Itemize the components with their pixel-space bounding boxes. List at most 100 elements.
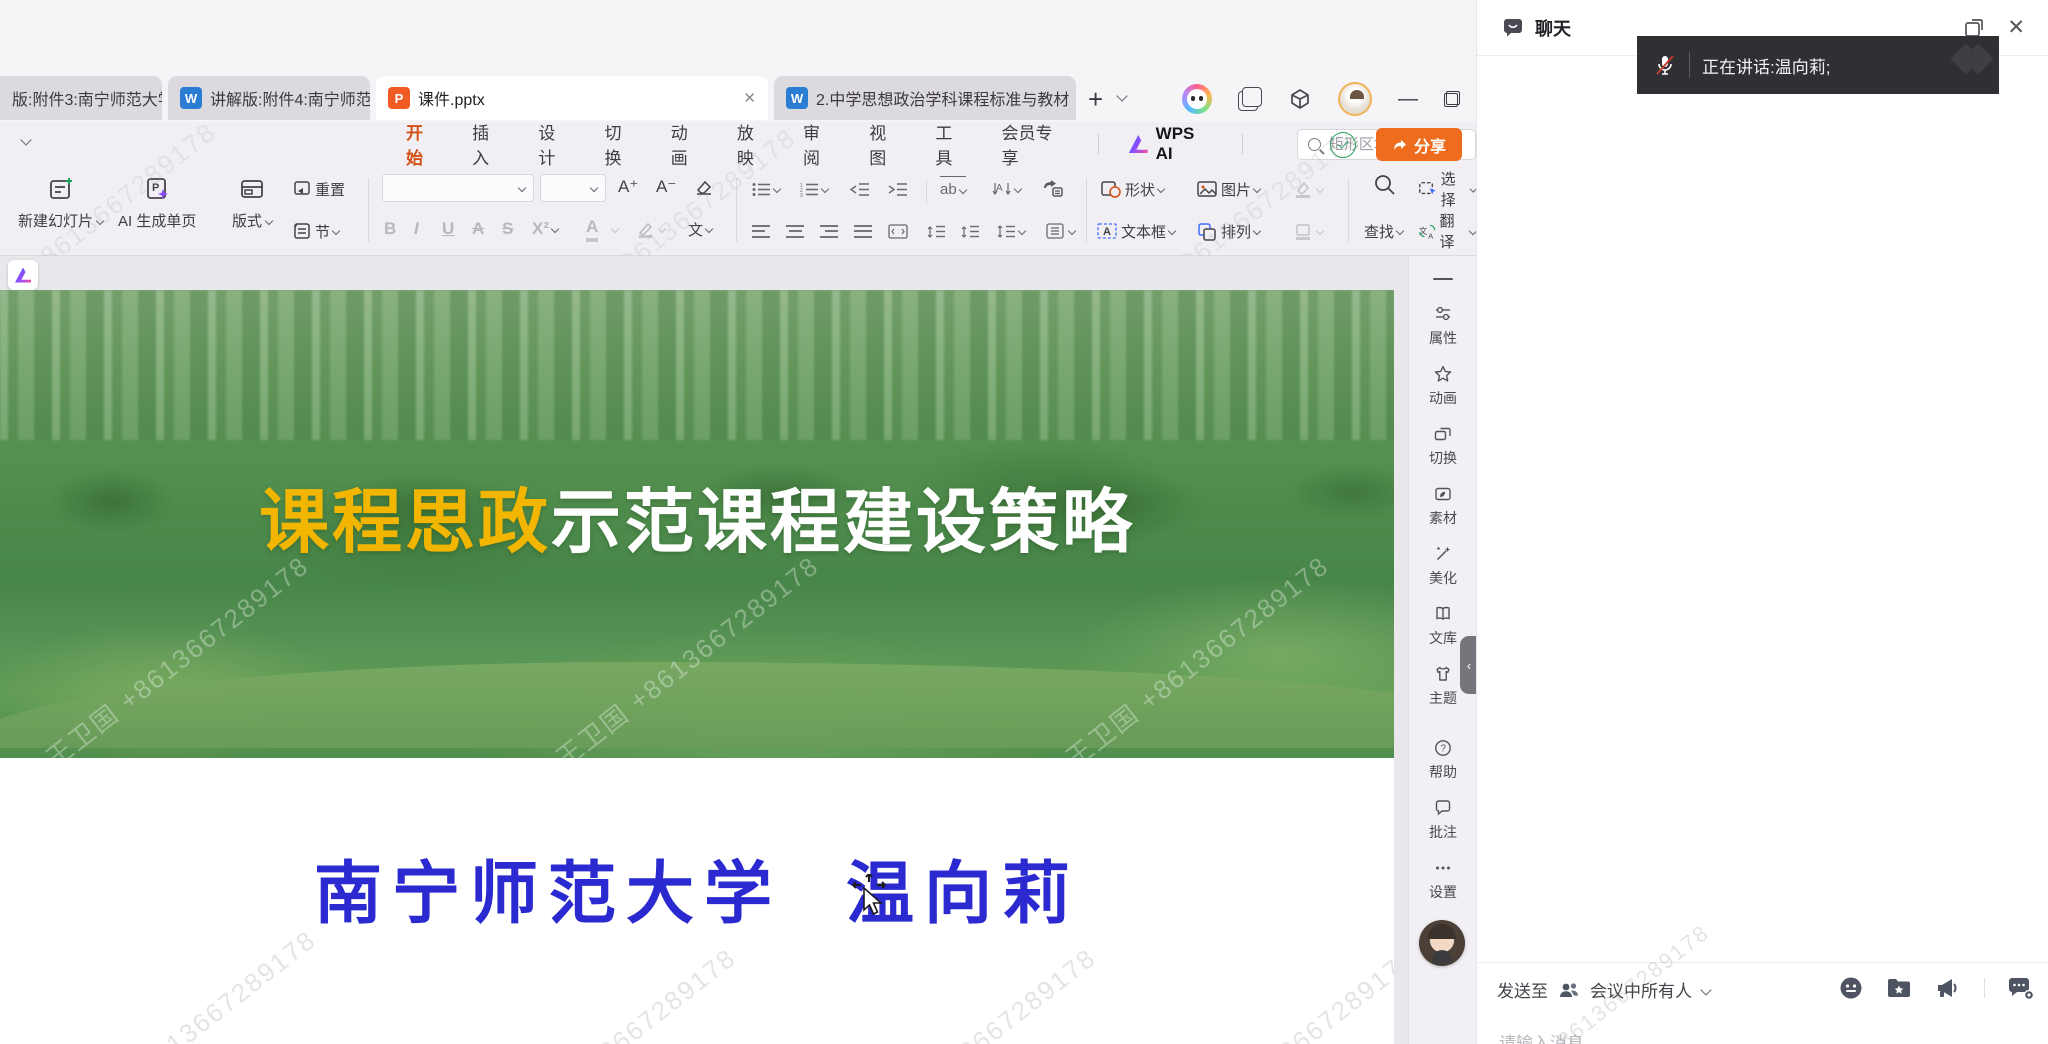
tab-list-chevron-icon[interactable] bbox=[1116, 90, 1127, 101]
wps-ai-menu[interactable]: WPS AI bbox=[1129, 124, 1212, 164]
increase-font-button[interactable]: A⁺ bbox=[618, 174, 638, 200]
bullet-list-button[interactable] bbox=[752, 176, 780, 202]
line-spacing-button[interactable] bbox=[996, 218, 1025, 244]
numbered-list-button[interactable]: 123 bbox=[800, 176, 828, 202]
convert-smartart-button[interactable] bbox=[1042, 176, 1064, 202]
wps-window: 版:附件3:南宁师范大学2026 W 讲解版:附件4:南宁师范大学2026 P … bbox=[0, 0, 1476, 1044]
share-arrow-icon bbox=[1392, 137, 1408, 153]
menu-divider bbox=[1242, 134, 1243, 154]
shapes-icon bbox=[1100, 179, 1122, 199]
user-cartoon-avatar[interactable] bbox=[1419, 920, 1465, 966]
panel-collapse-icon[interactable] bbox=[1433, 278, 1453, 280]
strikethrough-a-button[interactable]: A bbox=[472, 216, 484, 242]
section-button[interactable]: 节 bbox=[292, 218, 339, 244]
phonetic-guide-button[interactable]: 文 bbox=[688, 216, 712, 242]
align-right-button[interactable] bbox=[820, 218, 838, 244]
slide[interactable]: 王卫国 +8613667289178 王卫国 +8613667289178 王卫… bbox=[0, 290, 1394, 1044]
announcement-icon[interactable] bbox=[1934, 976, 1962, 1000]
chat-message-input[interactable]: 请输入消息 bbox=[1499, 1029, 1584, 1044]
favorites-folder-icon[interactable] bbox=[1886, 976, 1912, 1000]
clear-format-button[interactable] bbox=[694, 174, 714, 200]
audience-chevron-icon[interactable] bbox=[1700, 984, 1711, 995]
line-spacing-down-button[interactable] bbox=[960, 218, 980, 244]
find-button[interactable]: 查找 bbox=[1364, 218, 1403, 244]
doc-tab-2[interactable]: W 讲解版:附件4:南宁师范大学2026 bbox=[168, 76, 370, 120]
textbox-label: 文本框 bbox=[1121, 221, 1166, 242]
integration-cube-icon[interactable] bbox=[1288, 87, 1312, 111]
help-icon: ? bbox=[1433, 738, 1453, 758]
ai-generate-page-button[interactable]: P AI 生成单页 bbox=[118, 174, 196, 231]
share-button[interactable]: 分享 bbox=[1376, 128, 1462, 161]
restore-button[interactable] bbox=[1444, 91, 1460, 107]
slide-title-highlight: 课程思政 bbox=[259, 483, 551, 561]
highlight-button[interactable] bbox=[636, 216, 665, 242]
audience-selector[interactable]: 会议中所有人 bbox=[1590, 977, 1692, 1002]
justify-button[interactable] bbox=[854, 218, 872, 244]
sidebar-item-properties[interactable]: 属性 bbox=[1409, 304, 1476, 348]
underline-button[interactable]: U bbox=[442, 216, 454, 242]
shape-fill-button[interactable] bbox=[1292, 176, 1323, 202]
chat-settings-icon[interactable] bbox=[2007, 976, 2035, 1000]
chevron-down-icon[interactable] bbox=[611, 225, 619, 233]
sidebar-item-animation[interactable]: 动画 bbox=[1409, 364, 1476, 408]
doc-health-check-icon[interactable] bbox=[1330, 132, 1356, 158]
find-magnifier-button[interactable] bbox=[1372, 172, 1398, 198]
panel-expand-handle[interactable]: ‹ bbox=[1460, 636, 1476, 694]
sidebar-item-help[interactable]: ? 帮助 bbox=[1409, 738, 1476, 782]
highlighter-icon bbox=[636, 219, 656, 239]
tab-close-icon[interactable]: ✕ bbox=[743, 89, 756, 107]
subtitle-school: 南宁师范大学 bbox=[314, 856, 782, 932]
account-avatar[interactable] bbox=[1338, 82, 1372, 116]
decrease-font-button[interactable]: A⁻ bbox=[656, 174, 676, 200]
ribbon-collapse-chevron-icon[interactable] bbox=[20, 134, 31, 145]
sidebar-label: 属性 bbox=[1429, 328, 1457, 348]
bold-button[interactable]: B bbox=[384, 216, 396, 242]
close-chat-icon[interactable]: ✕ bbox=[2007, 15, 2025, 40]
shapes-button[interactable]: 形状 bbox=[1100, 176, 1164, 202]
distribute-button[interactable] bbox=[888, 218, 908, 244]
sidebar-item-beautify[interactable]: 美化 bbox=[1409, 544, 1476, 588]
select-button[interactable]: 选择 bbox=[1418, 176, 1476, 202]
decrease-indent-button[interactable] bbox=[850, 176, 870, 202]
emoji-icon[interactable] bbox=[1838, 975, 1864, 1001]
ppt-doc-icon: P bbox=[388, 87, 410, 109]
sidebar-item-transition[interactable]: 切换 bbox=[1409, 424, 1476, 468]
layout-button[interactable]: 版式 bbox=[232, 174, 272, 231]
sidebar-label: 批注 bbox=[1429, 822, 1457, 842]
sidebar-label: 美化 bbox=[1429, 568, 1457, 588]
sliders-icon bbox=[1433, 304, 1453, 324]
sidebar-label: 帮助 bbox=[1429, 762, 1457, 782]
font-size-combo[interactable] bbox=[540, 174, 606, 202]
superscript-button[interactable]: X² bbox=[532, 216, 558, 242]
minimize-button[interactable]: — bbox=[1398, 88, 1418, 111]
sidebar-item-comments[interactable]: 批注 bbox=[1409, 798, 1476, 842]
sidebar-item-settings[interactable]: 设置 bbox=[1409, 858, 1476, 902]
font-color-button[interactable]: A bbox=[586, 216, 598, 242]
workspace-icon[interactable] bbox=[1238, 87, 1262, 111]
paragraph-settings-button[interactable] bbox=[1044, 218, 1075, 244]
shadow-button[interactable]: S bbox=[502, 216, 513, 242]
align-left-button[interactable] bbox=[752, 218, 770, 244]
reset-button[interactable]: 重置 bbox=[292, 176, 345, 202]
line-spacing-icon bbox=[996, 224, 1016, 239]
font-name-combo[interactable] bbox=[382, 174, 534, 202]
vertical-text-button[interactable]: A bbox=[992, 176, 1021, 202]
align-center-button[interactable] bbox=[786, 218, 804, 244]
arrange-button[interactable]: 排列 bbox=[1196, 218, 1260, 244]
new-slide-button[interactable]: 新建幻灯片 bbox=[18, 174, 103, 231]
textbox-button[interactable]: A 文本框 bbox=[1096, 218, 1175, 244]
line-spacing-up-button[interactable] bbox=[926, 218, 946, 244]
increase-indent-button[interactable] bbox=[888, 176, 908, 202]
text-direction-button[interactable]: ab bbox=[940, 176, 966, 202]
doc-tab-1[interactable]: 版:附件3:南宁师范大学2026 bbox=[0, 76, 162, 120]
shape-outline-button[interactable] bbox=[1292, 218, 1323, 244]
wps-ai-floating-icon[interactable] bbox=[8, 260, 38, 290]
italic-button[interactable]: I bbox=[414, 216, 419, 242]
translate-button[interactable]: 文A 翻译 bbox=[1418, 218, 1476, 244]
assistant-icon[interactable] bbox=[1182, 84, 1212, 114]
picture-button[interactable]: 图片 bbox=[1196, 176, 1260, 202]
sidebar-item-material[interactable]: 素材 bbox=[1409, 484, 1476, 528]
new-tab-button[interactable]: + bbox=[1088, 84, 1103, 115]
ribbon-divider bbox=[1348, 178, 1349, 242]
doc-tab-1-label: 版:附件3:南宁师范大学2026 bbox=[12, 86, 162, 110]
